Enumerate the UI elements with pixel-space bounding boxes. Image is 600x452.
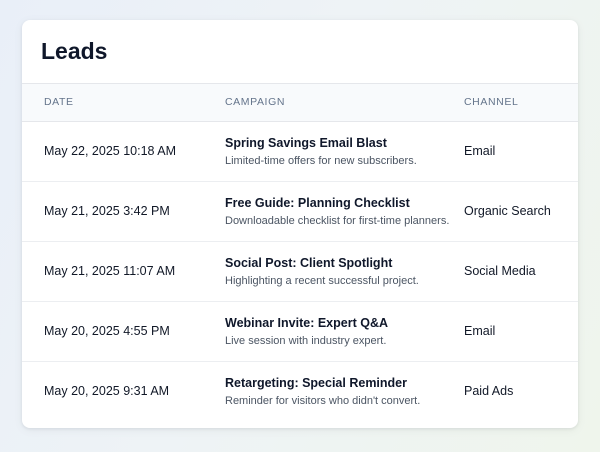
lead-date: May 20, 2025 9:31 AM <box>44 384 170 399</box>
lead-channel: Email <box>464 301 578 362</box>
campaign-title: Spring Savings Email Blast <box>225 135 387 150</box>
campaign-title: Free Guide: Planning Checklist <box>225 195 410 210</box>
leads-table: DATE CAMPAIGN CHANNEL May 22, 2025 10:18… <box>22 84 578 421</box>
campaign-description: Reminder for visitors who didn't convert… <box>225 394 421 407</box>
campaign-description: Downloadable checklist for first-time pl… <box>225 214 450 227</box>
lead-channel: Social Media <box>464 241 578 302</box>
column-header-channel[interactable]: CHANNEL <box>464 84 578 122</box>
lead-date: May 21, 2025 3:42 PM <box>22 181 225 242</box>
table-row[interactable]: May 21, 2025 11:07 AM Social Post: Clien… <box>22 241 578 302</box>
campaign-title: Social Post: Client Spotlight <box>225 255 393 270</box>
campaign-title: Webinar Invite: Expert Q&A <box>225 315 388 330</box>
lead-campaign-cell: Spring Savings Email Blast Limited-time … <box>225 121 464 182</box>
lead-channel: Email <box>464 121 578 182</box>
lead-date: May 21, 2025 11:07 AM <box>22 241 225 302</box>
campaign-description: Limited-time offers for new subscribers. <box>225 154 417 167</box>
table-header-row: DATE CAMPAIGN CHANNEL <box>22 84 578 122</box>
lead-campaign-cell: Retargeting: Special Reminder Reminder f… <box>225 361 464 421</box>
column-header-campaign[interactable]: CAMPAIGN <box>225 84 464 122</box>
lead-channel: Organic Search <box>464 181 578 242</box>
lead-channel: Paid Ads <box>464 384 514 399</box>
lead-campaign-cell: Webinar Invite: Expert Q&A Live session … <box>225 301 464 362</box>
lead-date: May 22, 2025 10:18 AM <box>22 121 225 182</box>
campaign-description: Highlighting a recent successful project… <box>225 274 419 287</box>
lead-campaign-cell: Free Guide: Planning Checklist Downloada… <box>225 181 464 242</box>
column-header-date[interactable]: DATE <box>22 84 225 122</box>
leads-card: Leads DATE CAMPAIGN CHANNEL May 22, 2025… <box>22 20 578 428</box>
table-row[interactable]: May 20, 2025 4:55 PM Webinar Invite: Exp… <box>22 301 578 362</box>
campaign-title: Retargeting: Special Reminder <box>225 375 407 390</box>
lead-date: May 20, 2025 4:55 PM <box>22 301 225 362</box>
campaign-description: Live session with industry expert. <box>225 334 387 347</box>
table-row[interactable]: May 22, 2025 10:18 AM Spring Savings Ema… <box>22 121 578 182</box>
lead-campaign-cell: Social Post: Client Spotlight Highlighti… <box>225 241 464 302</box>
table-row[interactable]: May 20, 2025 9:31 AM Retargeting: Specia… <box>22 361 578 421</box>
table-row[interactable]: May 21, 2025 3:42 PM Free Guide: Plannin… <box>22 181 578 242</box>
page-title: Leads <box>22 20 578 84</box>
